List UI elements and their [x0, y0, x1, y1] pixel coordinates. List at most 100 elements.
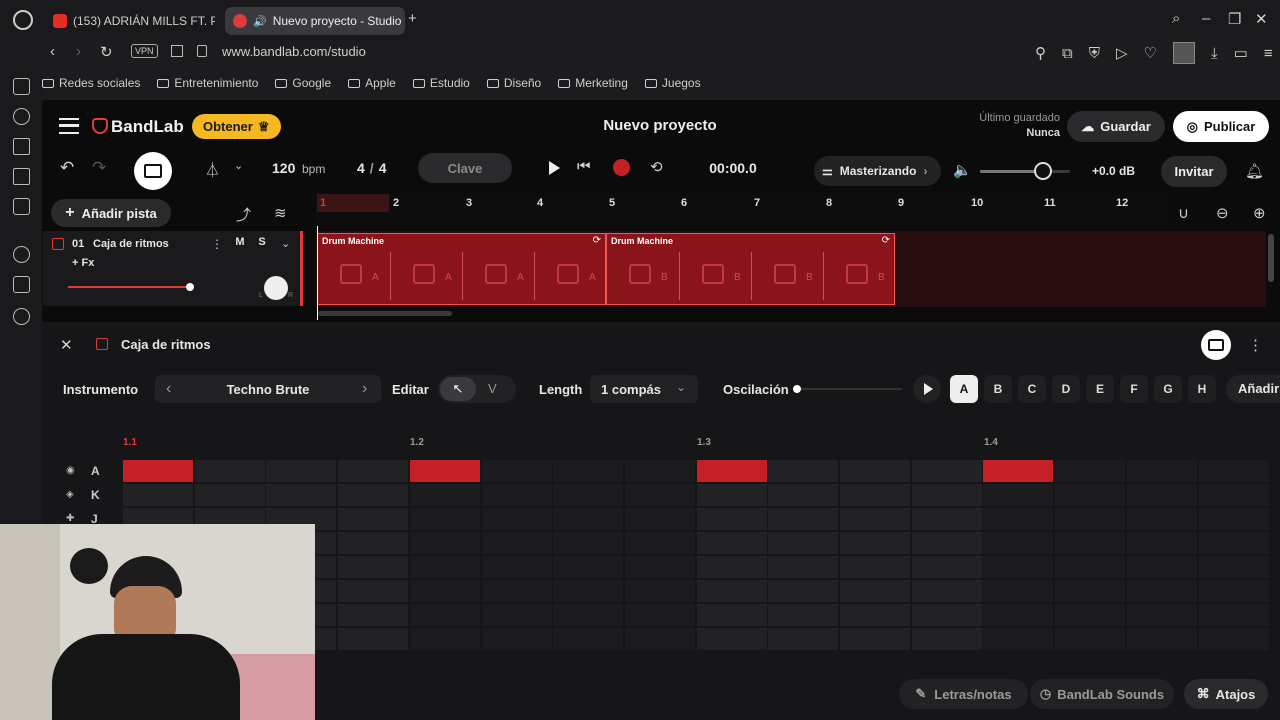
menu-icon[interactable]: ≡	[1264, 45, 1273, 62]
sequencer-step[interactable]	[1198, 508, 1269, 530]
metronome-chevron-icon[interactable]: ⌄	[234, 159, 243, 172]
pattern-button[interactable]: D	[1052, 375, 1080, 403]
sequencer-step[interactable]	[553, 580, 624, 602]
cursor-tool-icon[interactable]: ↖	[440, 377, 476, 401]
sequencer-step[interactable]	[481, 628, 552, 650]
reader-icon[interactable]	[171, 45, 183, 57]
ruler-bar-number[interactable]: 1	[320, 197, 326, 209]
horizontal-scrollbar[interactable]	[318, 311, 452, 316]
heart-icon[interactable]: ♡	[1144, 44, 1157, 62]
sequencer-step[interactable]	[1126, 628, 1197, 650]
sequencer-step[interactable]	[911, 604, 982, 626]
ruler-bar-number[interactable]: 5	[609, 197, 615, 209]
drum-machine-clip[interactable]: Drum Machine ⟳ A A A A	[317, 233, 606, 305]
sequencer-step[interactable]	[1198, 628, 1269, 650]
sequencer-step[interactable]	[840, 628, 910, 650]
maximize-icon[interactable]: ❐	[1228, 10, 1241, 28]
obtener-button[interactable]: Obtener ♕	[192, 114, 281, 139]
sequencer-step[interactable]	[768, 460, 839, 482]
sequencer-step[interactable]	[983, 580, 1054, 602]
project-title[interactable]: Nuevo proyecto	[560, 117, 760, 134]
sequencer-step[interactable]	[768, 628, 839, 650]
sequencer-step[interactable]	[553, 484, 624, 506]
sequencer-step[interactable]	[911, 484, 982, 506]
bookmark-folder[interactable]: Juegos	[644, 76, 701, 90]
magnet-icon[interactable]: ∪	[1178, 204, 1189, 222]
bookmark-folder[interactable]: Entretenimiento	[157, 76, 258, 90]
pattern-button[interactable]: E	[1086, 375, 1114, 403]
sequencer-step[interactable]	[768, 484, 839, 506]
sequencer-step[interactable]	[553, 508, 624, 530]
sequencer-step[interactable]	[696, 556, 767, 578]
shortcuts-button[interactable]: ⌘ Atajos	[1184, 679, 1268, 709]
editor-keyboard-button[interactable]	[1201, 330, 1231, 360]
ruler-bar-number[interactable]: 12	[1116, 197, 1128, 209]
sequencer-step[interactable]	[1055, 508, 1126, 530]
sequencer-step[interactable]	[338, 556, 409, 578]
sequencer-step[interactable]	[624, 460, 695, 482]
sequencer-step[interactable]	[409, 556, 480, 578]
sequencer-step[interactable]	[1055, 532, 1126, 554]
sequencer-step[interactable]	[1126, 532, 1197, 554]
pattern-button[interactable]: G	[1154, 375, 1182, 403]
sequencer-step[interactable]	[768, 508, 839, 530]
brand-name[interactable]: BandLab	[111, 117, 184, 137]
mastering-button[interactable]: ⚌ Masterizando ›	[814, 156, 941, 186]
add-track-button[interactable]: + Añadir pista	[51, 199, 171, 227]
sequencer-step[interactable]	[983, 484, 1054, 506]
shield-icon[interactable]: ⛨	[1089, 45, 1100, 62]
edit-mode-v[interactable]: V	[488, 381, 497, 396]
quantize-icon[interactable]: ≋	[274, 204, 287, 222]
publish-button[interactable]: ◎ Publicar	[1173, 111, 1269, 142]
timeline-ruler[interactable]	[316, 194, 1168, 228]
sequencer-step[interactable]	[553, 604, 624, 626]
sequencer-step[interactable]	[1055, 604, 1126, 626]
sequencer-step[interactable]	[696, 460, 767, 482]
ruler-bar-number[interactable]: 10	[971, 197, 983, 209]
sequencer-step[interactable]	[983, 460, 1054, 482]
sequencer-step[interactable]	[840, 508, 910, 530]
instrument-next-icon[interactable]: ›	[362, 380, 367, 398]
snapshot-icon[interactable]: ⧉	[1062, 45, 1073, 62]
sequencer-step[interactable]	[983, 628, 1054, 650]
track-volume-knob[interactable]	[186, 283, 194, 291]
loop-clip-icon[interactable]: ⟳	[882, 235, 890, 246]
sequencer-step[interactable]	[696, 508, 767, 530]
sequencer-step[interactable]	[1055, 628, 1126, 650]
sequencer-step[interactable]	[696, 580, 767, 602]
sequencer-step[interactable]	[983, 604, 1054, 626]
length-select[interactable]: 1 compás ⌄	[590, 375, 698, 403]
sequencer-step[interactable]	[840, 556, 910, 578]
sequencer-step[interactable]	[338, 604, 409, 626]
sequencer-step[interactable]	[983, 556, 1054, 578]
time-signature[interactable]: 4 / 4	[357, 160, 386, 176]
sequencer-step[interactable]	[409, 628, 480, 650]
bpm-value[interactable]: 120	[272, 160, 295, 176]
rewind-icon[interactable]: ⏮	[577, 158, 591, 175]
bandlab-logo-icon[interactable]	[92, 118, 108, 134]
sequencer-step[interactable]	[1126, 604, 1197, 626]
editor-menu-icon[interactable]: ⋮	[1248, 336, 1263, 354]
sequencer-step[interactable]	[338, 484, 409, 506]
pattern-button[interactable]: A	[950, 375, 978, 403]
pattern-play-button[interactable]	[913, 375, 941, 403]
hamburger-menu-icon[interactable]	[59, 118, 79, 134]
mute-button[interactable]: M	[230, 236, 250, 248]
search-icon[interactable]: ⌕	[1172, 10, 1180, 27]
bell-icon[interactable]: 🔔︎	[1245, 162, 1264, 180]
sequencer-step[interactable]	[696, 484, 767, 506]
image-icon[interactable]	[13, 168, 30, 185]
pin-icon[interactable]: ⚲	[1035, 44, 1046, 62]
play-icon[interactable]	[549, 161, 560, 175]
sequencer-step[interactable]	[1198, 556, 1269, 578]
url-text[interactable]: www.bandlab.com/studio	[222, 44, 366, 59]
sequencer-step[interactable]	[481, 580, 552, 602]
metronome-icon[interactable]: ⏃	[205, 159, 220, 180]
bookmark-folder[interactable]: Diseño	[486, 76, 541, 90]
pattern-button[interactable]: B	[984, 375, 1012, 403]
sequencer-step[interactable]	[409, 580, 480, 602]
add-pattern-button[interactable]: Añadir	[1226, 375, 1280, 403]
track-expand-icon[interactable]: ⌄	[281, 237, 290, 250]
sequencer-step[interactable]	[266, 460, 337, 482]
loop-clip-icon[interactable]: ⟳	[593, 235, 601, 246]
